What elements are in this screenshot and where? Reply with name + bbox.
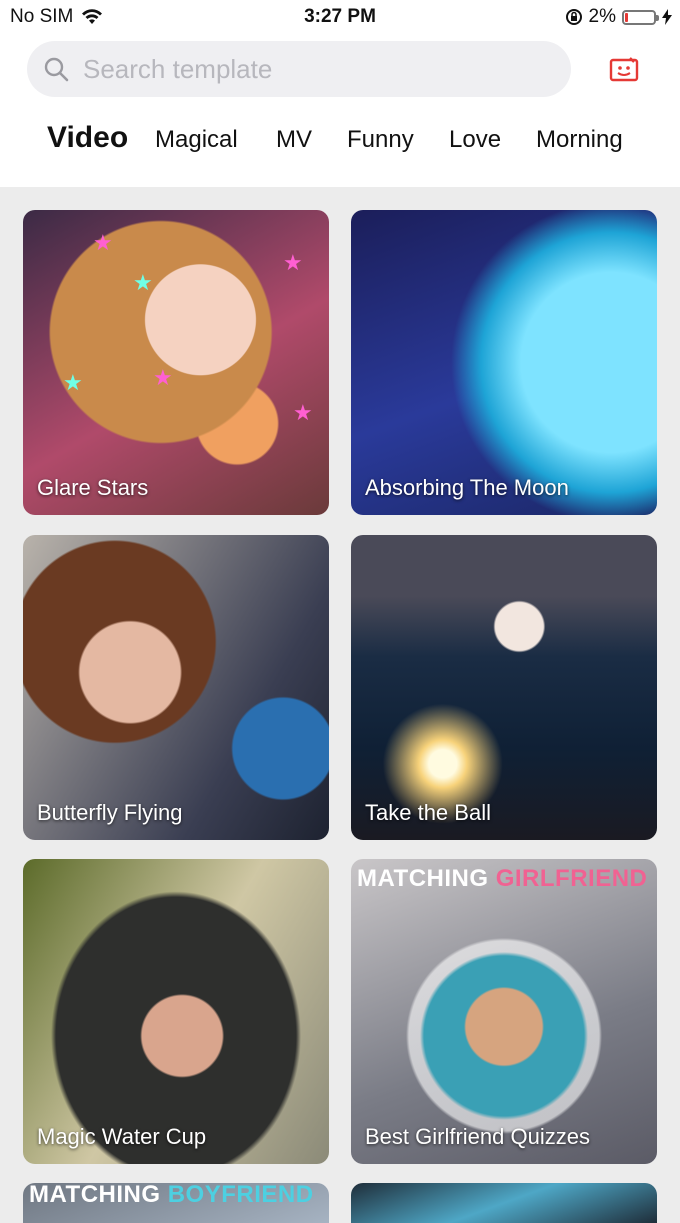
tab-love[interactable]: Love [449, 126, 501, 154]
category-tabs: Video Magical MV Funny Love Morning [0, 120, 680, 174]
template-card-glare-stars[interactable]: ★ ★ ★ ★ ★ ★ Glare Stars [23, 210, 329, 515]
template-card-take-the-ball[interactable]: Take the Ball [351, 535, 657, 840]
card-overlay-text: MATCHING GIRLFRIEND [357, 865, 648, 892]
rotation-lock-icon [565, 9, 582, 25]
tab-video[interactable]: Video [47, 121, 128, 155]
star-decoration: ★ [133, 270, 153, 295]
feedback-icon[interactable] [608, 55, 642, 83]
star-decoration: ★ [153, 365, 173, 390]
header: No SIM 3:27 PM 2% Search template Video … [0, 0, 680, 187]
template-card-magic-water-cup[interactable]: Magic Water Cup [23, 859, 329, 1164]
template-title: Best Girlfriend Quizzes [365, 1124, 590, 1149]
charging-bolt-icon [662, 9, 672, 25]
tab-magical[interactable]: Magical [155, 126, 238, 154]
star-decoration: ★ [293, 400, 313, 425]
template-card-best-girlfriend-quizzes[interactable]: MATCHING GIRLFRIEND Best Girlfriend Quiz… [351, 859, 657, 1164]
tab-morning[interactable]: Morning [536, 126, 623, 154]
search-bar[interactable] [27, 41, 571, 97]
template-title: Glare Stars [37, 475, 149, 500]
battery-icon [622, 9, 659, 25]
template-title: Absorbing The Moon [365, 475, 569, 500]
template-card-butterfly-flying[interactable]: Butterfly Flying [23, 535, 329, 840]
star-decoration: ★ [93, 230, 113, 255]
star-decoration: ★ [283, 250, 303, 275]
tab-funny[interactable]: Funny [347, 126, 414, 154]
card-overlay-text: MATCHING BOYFRIEND [29, 1183, 314, 1208]
star-decoration: ★ [63, 370, 83, 395]
template-grid: ★ ★ ★ ★ ★ ★ Glare Stars Absorbing The Mo… [0, 187, 680, 1223]
search-input[interactable] [81, 52, 525, 86]
status-bar: No SIM 3:27 PM 2% [0, 0, 680, 34]
tab-mv[interactable]: MV [276, 126, 312, 154]
battery-percent: 2% [588, 6, 616, 27]
template-title: Butterfly Flying [37, 800, 183, 825]
template-title: Take the Ball [365, 800, 491, 825]
template-card-partial[interactable] [351, 1183, 657, 1223]
template-card-matching-boyfriend[interactable]: MATCHING BOYFRIEND [23, 1183, 329, 1223]
template-card-absorbing-the-moon[interactable]: Absorbing The Moon [351, 210, 657, 515]
template-title: Magic Water Cup [37, 1124, 207, 1149]
search-icon [44, 57, 69, 82]
